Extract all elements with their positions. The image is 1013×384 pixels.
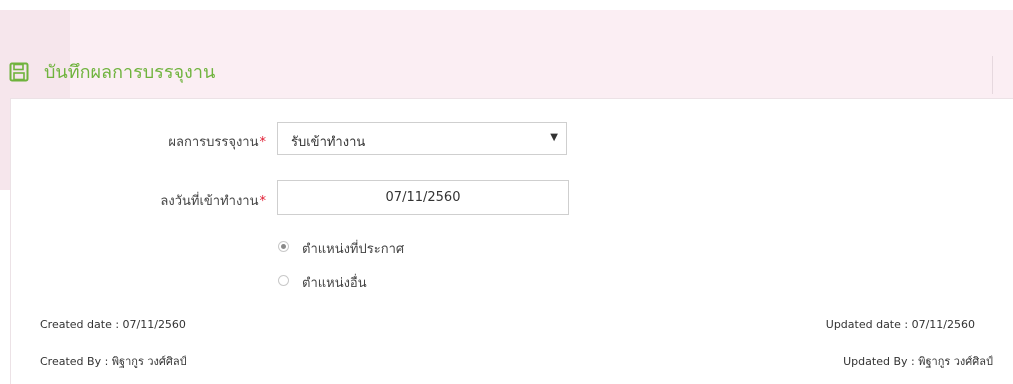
chevron-down-icon: ▼: [550, 132, 558, 143]
header-divider: [992, 56, 993, 94]
start-date-label-text: ลงวันที่เข้าทำงาน: [160, 194, 259, 209]
placement-result-label: ผลการบรรจุงาน*: [120, 131, 266, 152]
radio-label: ตำแหน่งที่ประกาศ: [302, 242, 405, 257]
radio-announced-position[interactable]: ตำแหน่งที่ประกาศ: [278, 238, 478, 257]
start-date-input[interactable]: 07/11/2560: [277, 180, 569, 215]
required-mark: *: [259, 194, 267, 209]
updated-date: Updated date : 07/11/2560: [825, 318, 975, 331]
start-date-label: ลงวันที่เข้าทำงาน*: [100, 190, 266, 211]
radio-label: ตำแหน่งอื่น: [302, 276, 367, 291]
radio-other-position[interactable]: ตำแหน่งอื่น: [278, 272, 478, 291]
updated-by: Updated By : พิฐากูร วงศ์ศิลป์: [843, 355, 993, 368]
page-header: บันทึกผลการบรรจุงาน: [0, 50, 1013, 98]
radio-button-checked[interactable]: [278, 241, 289, 252]
save-icon: [9, 62, 29, 82]
page-title: บันทึกผลการบรรจุงาน: [44, 62, 216, 83]
placement-result-value: รับเข้าทำงาน: [291, 135, 366, 150]
placement-result-select[interactable]: รับเข้าทำงาน ▼: [277, 122, 567, 155]
required-mark: *: [259, 135, 267, 150]
created-by: Created By : พิฐากูร วงศ์ศิลป์: [40, 355, 187, 368]
top-strip: [0, 0, 1013, 10]
placement-result-label-text: ผลการบรรจุงาน: [168, 135, 259, 150]
radio-button-unchecked[interactable]: [278, 275, 289, 286]
panel-left-decoration: [0, 98, 10, 190]
created-date: Created date : 07/11/2560: [40, 318, 186, 331]
